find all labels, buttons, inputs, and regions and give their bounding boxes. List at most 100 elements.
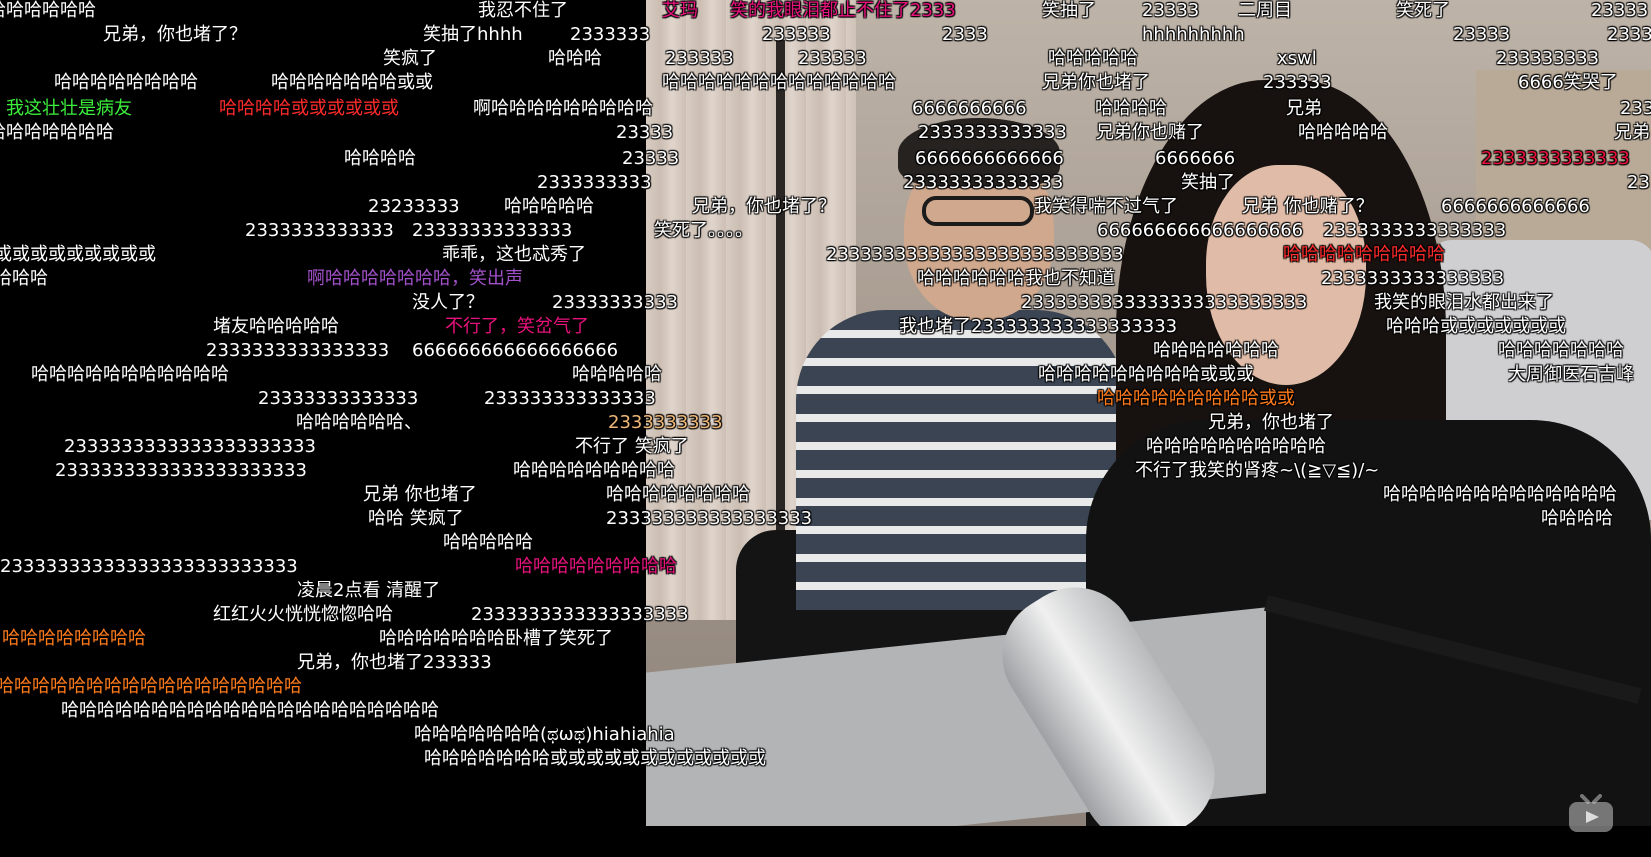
danmaku-comment: 兄弟 你也堵了 [363, 484, 477, 505]
danmaku-comment: 233 [1620, 98, 1651, 119]
danmaku-comment: 凌晨2点看 清醒了 [297, 580, 441, 601]
danmaku-comment: 23333 [1591, 0, 1649, 21]
danmaku-comment: 哈哈哈哈哈哈哈哈哈哈哈哈哈 [1383, 484, 1617, 505]
danmaku-comment: 23333333333333333333333333 [826, 244, 1124, 265]
danmaku-comment: 哈哈哈哈哈 [1298, 122, 1388, 143]
danmaku-comment: 乖乖，这也忒秀了 [442, 244, 586, 265]
danmaku-comment: 哈哈哈哈哈哈哈哈哈哈 [1146, 436, 1326, 457]
danmaku-comment: 哈哈哈哈哈哈我也不知道 [917, 268, 1115, 289]
danmaku-comment: 233333333 [1496, 48, 1600, 69]
danmaku-comment: 23333333333333 [258, 388, 419, 409]
danmaku-comment: 哈哈哈哈哈 [504, 196, 594, 217]
danmaku-comment: 哈哈哈哈哈 [443, 532, 533, 553]
danmaku-comment: 233333 [665, 48, 734, 69]
danmaku-comment: 红红火火恍恍惚惚哈哈 [213, 604, 393, 625]
danmaku-comment: 哈哈哈哈哈 [572, 364, 662, 385]
glasses [922, 196, 1034, 226]
danmaku-comment: 不行了我笑的肾疼~\(≧▽≦)/~ [1135, 460, 1380, 481]
danmaku-comment: 兄弟你也赌了 [1096, 122, 1204, 143]
danmaku-comment: 23333 [1453, 24, 1511, 45]
danmaku-comment: 兄弟 你也赌了？ [1242, 196, 1374, 217]
danmaku-comment: 23333 [616, 122, 674, 143]
danmaku-comment: 6666666666 [912, 98, 1027, 119]
danmaku-comment: 2333333333333333333333 [55, 460, 307, 481]
danmaku-comment: 没人了？ [412, 292, 484, 313]
danmaku-comment: xswl [1277, 48, 1317, 69]
danmaku-comment: 我笑得喘不过气了 [1034, 196, 1178, 217]
video-player-tv-icon [1566, 794, 1616, 836]
man-striped-shirt [796, 310, 1126, 610]
danmaku-comment: 我这壮壮是病友 [6, 98, 132, 119]
danmaku-comment: 23 [1627, 172, 1650, 193]
danmaku-comment: 666666666666666666 [1097, 220, 1304, 241]
danmaku-comment: 笑死了。。。。 [654, 220, 753, 241]
danmaku-comment: 哈哈哈哈哈哈哈哈哈或或或 [1038, 364, 1254, 385]
danmaku-comment: 23333333333333 [903, 172, 1064, 193]
danmaku-comment: 6666笑哭了 [1518, 72, 1618, 93]
danmaku-comment: 兄弟，你也堵了233333 [297, 652, 492, 673]
danmaku-comment: 哈哈哈哈哈哈哈或或或或或或或或或或或或 [424, 748, 766, 769]
danmaku-comment: 哈哈哈 [0, 268, 48, 289]
danmaku-comment: 2333333333333 [1481, 148, 1630, 169]
danmaku-comment: 哈哈哈哈 [344, 148, 416, 169]
danmaku-comment: 哈哈哈哈 [1095, 98, 1167, 119]
danmaku-comment: 大周御医石吉峰 [1508, 364, 1634, 385]
danmaku-comment: 哈哈哈哈哈哈哈哈哈哈哈哈哈哈哈哈哈 [0, 676, 302, 697]
danmaku-comment: 二周目 [1238, 0, 1292, 21]
video-player[interactable]: 哈哈哈哈哈哈哈 我忍不住了 艾玛 笑的我眼泪都止不住了2333 笑抽了 2333… [0, 0, 1651, 857]
danmaku-comment: 233333 [762, 24, 831, 45]
danmaku-comment: 哈哈哈哈哈哈哈哈 [2, 628, 146, 649]
danmaku-comment: 我也堵了233333333333333333 [899, 316, 1178, 337]
danmaku-comment: 2333333333333 [918, 122, 1067, 143]
danmaku-comment: 哈哈哈或或或或或或或 [1386, 316, 1566, 337]
danmaku-comment: 哈哈哈 [548, 48, 602, 69]
danmaku-comment: 笑的我眼泪都止不住了2333 [730, 0, 956, 21]
danmaku-comment: 23233333 [368, 196, 460, 217]
danmaku-comment: 哈哈哈哈哈哈哈 [1153, 340, 1279, 361]
danmaku-comment: 兄弟，你也堵了 [1208, 412, 1334, 433]
danmaku-comment: hhhhhhhhh [1142, 24, 1245, 45]
danmaku-comment: 笑抽了 [1181, 172, 1235, 193]
danmaku-comment: 不行了，笑岔气了 [445, 316, 589, 337]
danmaku-comment: 哈哈哈哈哈哈哈卧槽了笑死了 [379, 628, 613, 649]
danmaku-comment: 哈哈哈哈哈 [1048, 48, 1138, 69]
danmaku-comment: 兄弟，你也堵了？ [103, 24, 247, 45]
danmaku-comment: 笑抽了 [1042, 0, 1096, 21]
danmaku-comment: 艾玛 [662, 0, 698, 21]
danmaku-comment: 6666666666666 [1441, 196, 1590, 217]
danmaku-comment: 哈哈哈哈哈哈哈哈 [606, 484, 750, 505]
danmaku-comment: 笑抽了hhhh [423, 24, 523, 45]
danmaku-comment: 我忍不住了 [478, 0, 568, 21]
player-bottom-bar [0, 826, 1651, 857]
danmaku-comment: 哈哈哈哈或或或或或或 [219, 98, 399, 119]
danmaku-comment: 哈哈哈哈哈哈哈哈哈哈哈 [31, 364, 229, 385]
danmaku-comment: 哈哈哈哈哈哈哈哈哈 [515, 556, 677, 577]
danmaku-comment: 233333 [1263, 72, 1332, 93]
danmaku-comment: 堵友哈哈哈哈哈 [213, 316, 339, 337]
danmaku-comment: 哈哈哈哈哈哈哈 [0, 0, 96, 21]
danmaku-comment: 2333333333333333 [1323, 220, 1507, 241]
danmaku-comment: 哈哈哈哈哈哈哈(ಥωಥ)hiahiahia [414, 724, 675, 745]
danmaku-comment: 哈哈哈哈哈哈哈 [1498, 340, 1624, 361]
danmaku-comment: 2333333333 [537, 172, 652, 193]
danmaku-comment: 23333333333 [552, 292, 678, 313]
danmaku-comment: 2333 [1607, 24, 1651, 45]
danmaku-comment: 笑死了 [1396, 0, 1450, 21]
danmaku-comment: 2333333333333333333 [471, 604, 689, 625]
danmaku-comment: 哈哈哈哈哈哈、 [296, 412, 422, 433]
danmaku-comment: 哈哈哈哈哈哈哈哈哈 [1283, 244, 1445, 265]
danmaku-comment: 2333333333333333 [206, 340, 390, 361]
danmaku-comment: 我笑的眼泪水都出来了 [1374, 292, 1554, 313]
danmaku-comment: 23333333333333333333333333 [0, 556, 298, 577]
danmaku-comment: 啊哈哈哈哈哈哈哈哈哈 [473, 98, 653, 119]
danmaku-comment: 233333333333333333 [606, 508, 813, 529]
danmaku-comment: 哈哈哈哈 [1541, 508, 1613, 529]
danmaku-comment: 兄弟，你也堵了？ [692, 196, 836, 217]
danmaku-comment: 或或或或或或或或或 [0, 244, 156, 265]
danmaku-comment: 不行了 笑疯了 [575, 436, 689, 457]
danmaku-comment: 笑疯了 [383, 48, 437, 69]
danmaku-comment: 6666666 [1155, 148, 1236, 169]
danmaku-comment: 2333333333333333333333 [64, 436, 316, 457]
danmaku-comment: 666666666666666666 [412, 340, 619, 361]
danmaku-comment: 23333333333333 [412, 220, 573, 241]
